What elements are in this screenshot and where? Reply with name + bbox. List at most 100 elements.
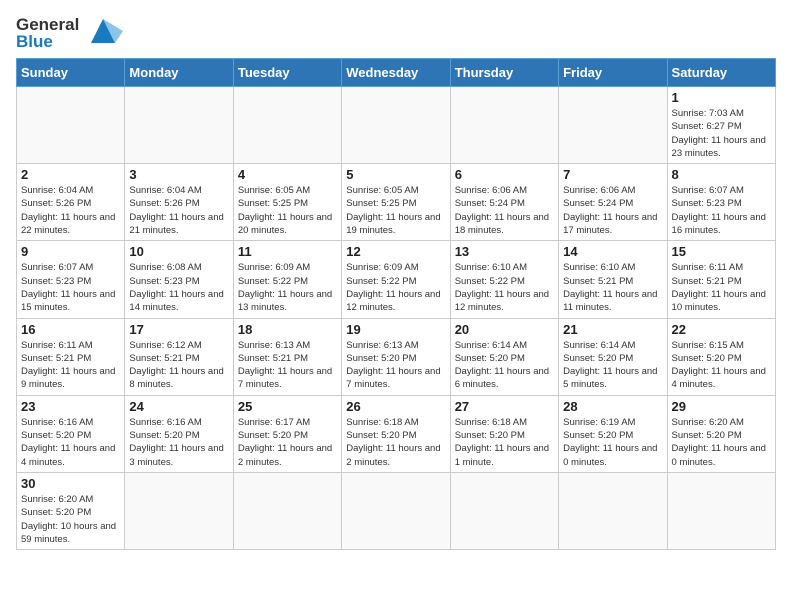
day-info: Sunrise: 6:05 AM Sunset: 5:25 PM Dayligh… [238,184,337,237]
day-info: Sunrise: 6:07 AM Sunset: 5:23 PM Dayligh… [21,261,120,314]
calendar-row: 23 Sunrise: 6:16 AM Sunset: 5:20 PM Dayli… [17,395,776,472]
day-info: Sunrise: 7:03 AM Sunset: 6:27 PM Dayligh… [672,107,771,160]
calendar-cell: 23 Sunrise: 6:16 AM Sunset: 5:20 PM Dayli… [17,395,125,472]
calendar-cell: 20 Sunrise: 6:14 AM Sunset: 5:20 PM Dayli… [450,318,558,395]
calendar-cell [450,472,558,549]
day-info: Sunrise: 6:11 AM Sunset: 5:21 PM Dayligh… [21,339,120,392]
calendar-cell: 27 Sunrise: 6:18 AM Sunset: 5:20 PM Dayli… [450,395,558,472]
calendar-cell: 19 Sunrise: 6:13 AM Sunset: 5:20 PM Dayli… [342,318,450,395]
calendar-cell: 13 Sunrise: 6:10 AM Sunset: 5:22 PM Dayli… [450,241,558,318]
calendar-cell: 29 Sunrise: 6:20 AM Sunset: 5:20 PM Dayli… [667,395,775,472]
day-info: Sunrise: 6:11 AM Sunset: 5:21 PM Dayligh… [672,261,771,314]
calendar-cell: 21 Sunrise: 6:14 AM Sunset: 5:20 PM Dayli… [559,318,667,395]
day-number: 10 [129,244,228,259]
day-info: Sunrise: 6:16 AM Sunset: 5:20 PM Dayligh… [21,416,120,469]
weekday-header-saturday: Saturday [667,59,775,87]
calendar-cell: 2 Sunrise: 6:04 AM Sunset: 5:26 PM Daylig… [17,164,125,241]
calendar-cell: 30 Sunrise: 6:20 AM Sunset: 5:20 PM Dayli… [17,472,125,549]
day-number: 30 [21,476,120,491]
day-number: 13 [455,244,554,259]
logo-blue: Blue [16,33,79,50]
day-info: Sunrise: 6:14 AM Sunset: 5:20 PM Dayligh… [563,339,662,392]
calendar-cell [342,87,450,164]
calendar-cell [233,87,341,164]
day-number: 27 [455,399,554,414]
calendar-cell: 3 Sunrise: 6:04 AM Sunset: 5:26 PM Daylig… [125,164,233,241]
calendar: SundayMondayTuesdayWednesdayThursdayFrid… [16,58,776,550]
day-info: Sunrise: 6:04 AM Sunset: 5:26 PM Dayligh… [129,184,228,237]
calendar-row: 1Sunrise: 7:03 AM Sunset: 6:27 PM Daylig… [17,87,776,164]
calendar-cell [559,87,667,164]
day-number: 21 [563,322,662,337]
day-number: 17 [129,322,228,337]
calendar-cell: 8 Sunrise: 6:07 AM Sunset: 5:23 PM Daylig… [667,164,775,241]
calendar-cell: 9Sunrise: 6:07 AM Sunset: 5:23 PM Daylig… [17,241,125,318]
calendar-cell: 25Sunrise: 6:17 AM Sunset: 5:20 PM Dayli… [233,395,341,472]
day-info: Sunrise: 6:18 AM Sunset: 5:20 PM Dayligh… [346,416,445,469]
day-number: 23 [21,399,120,414]
day-info: Sunrise: 6:20 AM Sunset: 5:20 PM Dayligh… [21,493,120,546]
calendar-cell: 17 Sunrise: 6:12 AM Sunset: 5:21 PM Dayli… [125,318,233,395]
day-number: 14 [563,244,662,259]
day-number: 3 [129,167,228,182]
day-number: 7 [563,167,662,182]
day-info: Sunrise: 6:20 AM Sunset: 5:20 PM Dayligh… [672,416,771,469]
calendar-cell: 26Sunrise: 6:18 AM Sunset: 5:20 PM Dayli… [342,395,450,472]
weekday-header-thursday: Thursday [450,59,558,87]
weekday-header-wednesday: Wednesday [342,59,450,87]
calendar-cell: 18 Sunrise: 6:13 AM Sunset: 5:21 PM Dayli… [233,318,341,395]
day-info: Sunrise: 6:06 AM Sunset: 5:24 PM Dayligh… [455,184,554,237]
calendar-cell [125,87,233,164]
weekday-header-friday: Friday [559,59,667,87]
calendar-cell: 7 Sunrise: 6:06 AM Sunset: 5:24 PM Daylig… [559,164,667,241]
weekday-header-row: SundayMondayTuesdayWednesdayThursdayFrid… [17,59,776,87]
day-info: Sunrise: 6:12 AM Sunset: 5:21 PM Dayligh… [129,339,228,392]
day-info: Sunrise: 6:13 AM Sunset: 5:21 PM Dayligh… [238,339,337,392]
weekday-header-sunday: Sunday [17,59,125,87]
day-number: 29 [672,399,771,414]
day-number: 20 [455,322,554,337]
calendar-row: 9Sunrise: 6:07 AM Sunset: 5:23 PM Daylig… [17,241,776,318]
calendar-row: 16 Sunrise: 6:11 AM Sunset: 5:21 PM Dayli… [17,318,776,395]
day-info: Sunrise: 6:14 AM Sunset: 5:20 PM Dayligh… [455,339,554,392]
day-number: 19 [346,322,445,337]
day-number: 8 [672,167,771,182]
day-number: 25 [238,399,337,414]
calendar-cell [450,87,558,164]
calendar-row: 2 Sunrise: 6:04 AM Sunset: 5:26 PM Daylig… [17,164,776,241]
day-info: Sunrise: 6:18 AM Sunset: 5:20 PM Dayligh… [455,416,554,469]
calendar-cell [233,472,341,549]
day-number: 28 [563,399,662,414]
day-info: Sunrise: 6:10 AM Sunset: 5:22 PM Dayligh… [455,261,554,314]
calendar-cell: 28 Sunrise: 6:19 AM Sunset: 5:20 PM Dayli… [559,395,667,472]
day-info: Sunrise: 6:15 AM Sunset: 5:20 PM Dayligh… [672,339,771,392]
day-number: 5 [346,167,445,182]
day-info: Sunrise: 6:19 AM Sunset: 5:20 PM Dayligh… [563,416,662,469]
calendar-cell [17,87,125,164]
day-number: 16 [21,322,120,337]
calendar-cell [667,472,775,549]
calendar-cell: 14 Sunrise: 6:10 AM Sunset: 5:21 PM Dayli… [559,241,667,318]
calendar-cell [342,472,450,549]
day-info: Sunrise: 6:13 AM Sunset: 5:20 PM Dayligh… [346,339,445,392]
day-info: Sunrise: 6:04 AM Sunset: 5:26 PM Dayligh… [21,184,120,237]
day-info: Sunrise: 6:08 AM Sunset: 5:23 PM Dayligh… [129,261,228,314]
day-number: 11 [238,244,337,259]
day-info: Sunrise: 6:16 AM Sunset: 5:20 PM Dayligh… [129,416,228,469]
day-info: Sunrise: 6:06 AM Sunset: 5:24 PM Dayligh… [563,184,662,237]
day-number: 6 [455,167,554,182]
day-number: 22 [672,322,771,337]
day-info: Sunrise: 6:07 AM Sunset: 5:23 PM Dayligh… [672,184,771,237]
calendar-cell: 12 Sunrise: 6:09 AM Sunset: 5:22 PM Dayli… [342,241,450,318]
calendar-cell [559,472,667,549]
calendar-cell: 24 Sunrise: 6:16 AM Sunset: 5:20 PM Dayli… [125,395,233,472]
day-number: 24 [129,399,228,414]
day-number: 12 [346,244,445,259]
logo: General Blue [16,16,123,50]
day-info: Sunrise: 6:10 AM Sunset: 5:21 PM Dayligh… [563,261,662,314]
day-number: 2 [21,167,120,182]
day-number: 18 [238,322,337,337]
calendar-cell [125,472,233,549]
day-info: Sunrise: 6:09 AM Sunset: 5:22 PM Dayligh… [346,261,445,314]
day-info: Sunrise: 6:09 AM Sunset: 5:22 PM Dayligh… [238,261,337,314]
